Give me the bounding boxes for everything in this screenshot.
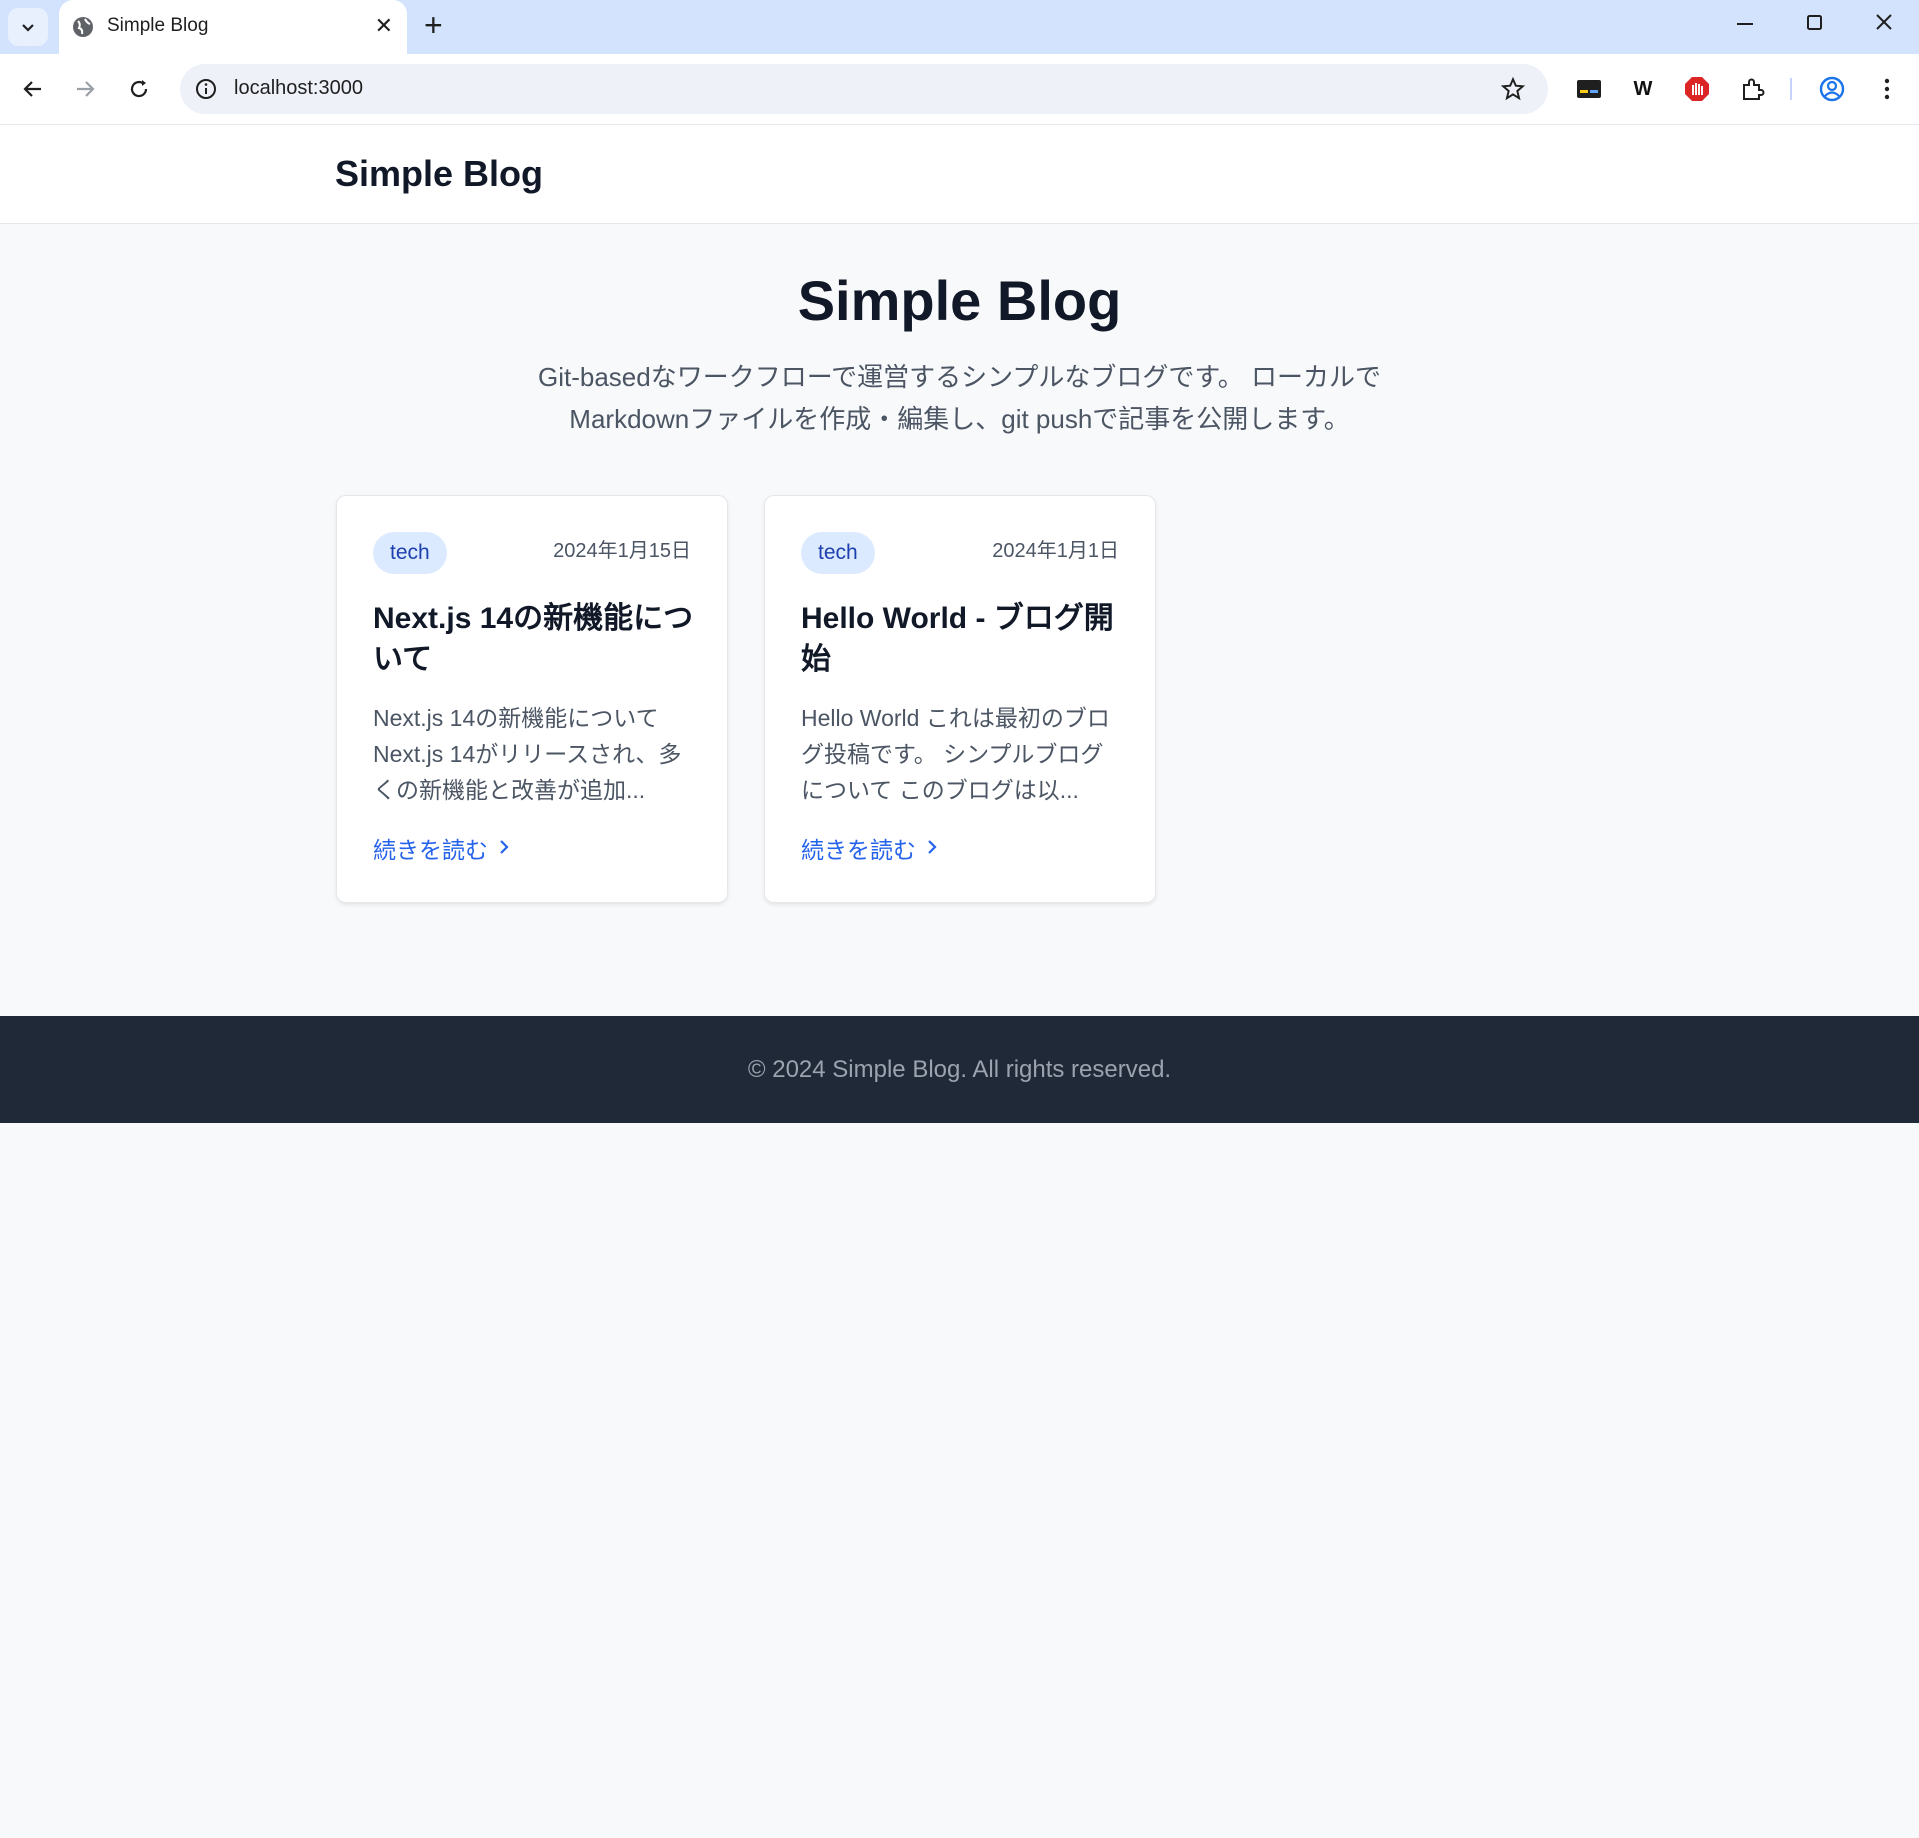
- forward-icon[interactable]: [68, 72, 102, 106]
- stop-extension-icon[interactable]: [1680, 72, 1714, 106]
- reload-icon[interactable]: [122, 72, 156, 106]
- post-card[interactable]: tech 2024年1月1日 Hello World - ブログ開始 Hello…: [764, 495, 1156, 903]
- url-text[interactable]: localhost:3000: [234, 77, 363, 100]
- minimize-icon[interactable]: [1736, 10, 1754, 41]
- read-more-label: 続きを読む: [801, 837, 916, 863]
- w-extension-icon[interactable]: W: [1626, 72, 1660, 106]
- tab-search-icon[interactable]: [8, 8, 48, 46]
- post-title[interactable]: Hello World - ブログ開始: [801, 598, 1131, 680]
- post-tag[interactable]: tech: [373, 532, 447, 574]
- page-title: Simple Blog: [797, 269, 1122, 332]
- toolbar-divider: [1790, 78, 1792, 100]
- post-tag[interactable]: tech: [801, 532, 875, 574]
- site-footer: © 2024 Simple Blog. All rights reserved.: [0, 1016, 1919, 1123]
- globe-icon: [71, 15, 95, 44]
- post-excerpt: Hello World これは最初のブログ投稿です。 シンプルブログについて こ…: [801, 705, 1110, 803]
- chevron-right-icon: [926, 835, 938, 862]
- maximize-icon[interactable]: [1806, 10, 1824, 41]
- browser-toolbar: localhost:3000 W: [0, 54, 1919, 125]
- post-title[interactable]: Next.js 14の新機能について: [373, 598, 703, 680]
- close-window-icon[interactable]: [1874, 10, 1894, 41]
- post-date: 2024年1月15日: [553, 540, 691, 562]
- address-bar[interactable]: localhost:3000: [180, 64, 1548, 114]
- close-icon[interactable]: ✕: [375, 13, 393, 39]
- info-icon[interactable]: [194, 77, 218, 106]
- site-header: Simple Blog: [0, 125, 1919, 224]
- copyright-text: © 2024 Simple Blog. All rights reserved.: [747, 1055, 1172, 1083]
- read-more-label: 続きを読む: [373, 837, 488, 863]
- page-description: Git-basedなワークフローで運営するシンプルなブログです。 ローカルでMa…: [537, 362, 1381, 434]
- read-more-link[interactable]: 続きを読む: [373, 831, 510, 865]
- browser-tabbar: Simple Blog ✕ +: [0, 0, 1919, 54]
- star-icon[interactable]: [1500, 76, 1526, 107]
- extension-icon[interactable]: [1736, 72, 1770, 106]
- menu-icon[interactable]: [1870, 72, 1904, 106]
- tab-title: Simple Blog: [107, 15, 209, 36]
- chevron-right-icon: [498, 835, 510, 862]
- hero-section: Simple Blog Git-basedなワークフローで運営するシンプルなブロ…: [0, 224, 1919, 440]
- read-more-link[interactable]: 続きを読む: [801, 831, 938, 865]
- post-list: tech 2024年1月15日 Next.js 14の新機能について Next.…: [0, 440, 1919, 960]
- post-card[interactable]: tech 2024年1月15日 Next.js 14の新機能について Next.…: [336, 495, 728, 903]
- profile-icon[interactable]: [1815, 72, 1849, 106]
- post-excerpt: Next.js 14の新機能について Next.js 14がリリースされ、多くの…: [373, 705, 682, 803]
- site-logo[interactable]: Simple Blog: [335, 153, 543, 195]
- post-date: 2024年1月1日: [992, 540, 1119, 562]
- caption-extension-icon[interactable]: [1572, 72, 1606, 106]
- browser-tab[interactable]: Simple Blog ✕: [59, 0, 407, 54]
- back-icon[interactable]: [16, 72, 50, 106]
- plus-icon[interactable]: +: [424, 8, 443, 42]
